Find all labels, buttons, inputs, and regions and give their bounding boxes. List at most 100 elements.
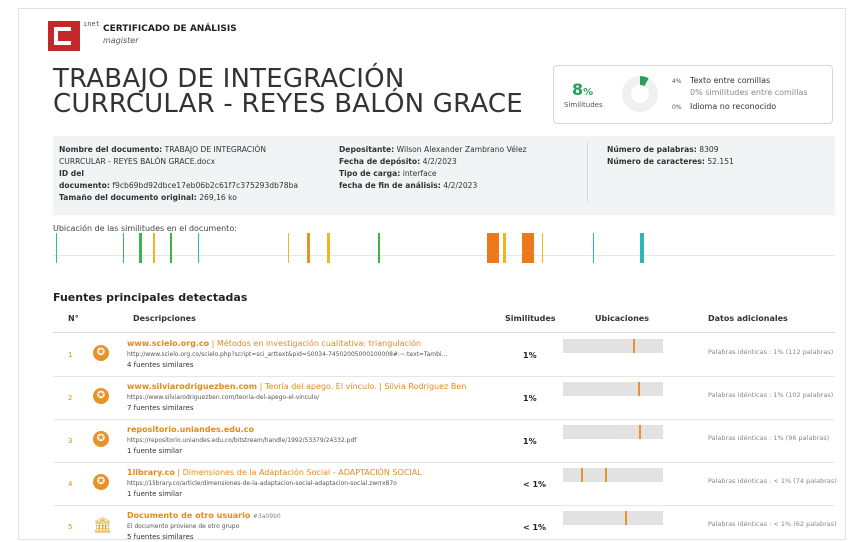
similarity-location-mark[interactable]: [153, 233, 156, 263]
similarity-summary: 8% Similitudes 4% Texto entre comillas 0%…: [553, 65, 833, 124]
source-site[interactable]: repositorio.uniandes.edu.co: [127, 425, 254, 434]
similarity-percent: 8%: [572, 80, 594, 99]
similarity-location-mark[interactable]: [326, 233, 330, 263]
source-title: Métodos en investigación cualitativa: tr…: [216, 339, 422, 348]
source-additional-data: Palabras idénticas : 1% (112 palabras): [708, 348, 834, 356]
similarity-location-mark[interactable]: [197, 233, 199, 263]
similarity-label: Similitudes: [564, 101, 603, 109]
source-title: Teoría del apego. El vínculo. | Silvia R…: [264, 382, 467, 391]
similarity-location-mark[interactable]: [502, 233, 506, 263]
similarity-location-mark[interactable]: [592, 233, 594, 263]
source-location-mark: [639, 425, 641, 439]
similarity-location-mark[interactable]: [287, 233, 289, 263]
similarity-location-mark[interactable]: [487, 233, 499, 263]
source-heading[interactable]: repositorio.uniandes.edu.co: [127, 425, 254, 434]
source-location-bar[interactable]: [563, 425, 663, 439]
source-location-mark: [581, 468, 583, 482]
source-row[interactable]: 1 ✪ www.scielo.org.co | Métodos en investi…: [53, 333, 835, 377]
source-additional-data: Palabras idénticas : 1% (102 palabras): [708, 391, 834, 399]
source-number: 2: [68, 394, 73, 402]
certificate-title: CERTIFICADO DE ANÁLISIS: [103, 24, 237, 34]
similarity-location-mark[interactable]: [56, 233, 58, 263]
source-row[interactable]: 4 ✪ 1library.co | Dimensiones de la Adapta…: [53, 462, 837, 506]
source-similarity-percent: 1%: [523, 351, 537, 360]
certificate-subtitle: magister: [103, 36, 139, 45]
similarity-line-quotes: 4% Texto entre comillas: [672, 76, 771, 85]
compilatio-logo: [48, 21, 80, 51]
similarity-location-mark[interactable]: [139, 233, 143, 263]
source-number: 4: [68, 480, 73, 488]
globe-icon: ✪: [93, 345, 109, 361]
source-site[interactable]: www.silviarodriguezben.com: [127, 382, 257, 391]
source-heading[interactable]: Documento de otro usuario #3a09b0: [127, 511, 281, 520]
source-site[interactable]: 1library.co: [127, 468, 175, 477]
source-url[interactable]: https://repositorio.uniandes.edu.co/bits…: [127, 437, 356, 444]
source-additional-data: Palabras idénticas : < 1% (74 palabras): [708, 477, 837, 485]
similar-sources-count[interactable]: 7 fuentes similares: [127, 404, 194, 412]
similarity-donut-chart: [622, 76, 658, 112]
similarity-line-between-quotes: 0% similitudes entre comillas: [690, 88, 808, 97]
source-site[interactable]: Documento de otro usuario: [127, 511, 250, 520]
similarity-location-mark[interactable]: [123, 233, 125, 263]
header-similarities: Similitudes: [505, 314, 556, 323]
globe-icon: ✪: [93, 431, 109, 447]
metadata-col-counts: Número de palabras: 8309 Número de carac…: [607, 145, 734, 166]
globe-icon: ✪: [93, 474, 109, 490]
source-row[interactable]: 2 ✪ www.silviarodriguezben.com | Teoría de…: [53, 376, 835, 420]
source-location-bar[interactable]: [563, 511, 663, 525]
similar-sources-count[interactable]: 1 fuente similar: [127, 447, 182, 455]
source-title: Dimensiones de la Adaptación Social - AD…: [182, 468, 422, 477]
similarity-location-mark[interactable]: [377, 233, 380, 263]
similar-sources-count[interactable]: 5 fuentes similares: [127, 533, 194, 539]
similar-sources-count[interactable]: 1 fuente similar: [127, 490, 182, 498]
source-number: 1: [68, 351, 73, 359]
header-descriptions: Descripciones: [133, 314, 196, 323]
source-location-mark: [625, 511, 627, 525]
sources-section-title: Fuentes principales detectadas: [53, 291, 248, 304]
metadata-col-document: Nombre del documento: TRABAJO DE INTEGRA…: [59, 145, 299, 202]
similar-sources-count[interactable]: 4 fuentes similares: [127, 361, 194, 369]
source-row[interactable]: 5 🏛 Documento de otro usuario #3a09b0 El do…: [53, 505, 837, 539]
location-label: Ubicación de las similitudes en el docum…: [53, 224, 237, 233]
similarity-location-mark[interactable]: [639, 233, 644, 263]
source-additional-data: Palabras idénticas : < 1% (62 palabras): [708, 520, 837, 528]
header-locations: Ubicaciones: [595, 314, 649, 323]
source-number: 3: [68, 437, 73, 445]
source-location-mark: [638, 382, 640, 396]
source-url[interactable]: http://www.scielo.org.co/scielo.php?scri…: [127, 351, 447, 358]
source-url[interactable]: https://www.silviarodriguezben.com/teori…: [127, 394, 319, 401]
source-location-bar[interactable]: [563, 339, 663, 353]
similarity-location-mark[interactable]: [307, 233, 311, 263]
source-heading[interactable]: www.silviarodriguezben.com | Teoría del …: [127, 382, 466, 391]
similarity-location-mark[interactable]: [541, 233, 543, 263]
institution-icon: 🏛: [93, 516, 113, 534]
similarity-location-mark[interactable]: [170, 233, 173, 263]
metadata-col-deposit: Depositante: Wilson Alexander Zambrano V…: [339, 145, 527, 190]
source-location-mark: [605, 468, 607, 482]
source-heading[interactable]: 1library.co | Dimensiones de la Adaptaci…: [127, 468, 422, 477]
source-tag: #3a09b0: [252, 513, 281, 520]
source-url[interactable]: https://1library.co/article/dimensiones-…: [127, 480, 397, 487]
header-num: N°: [68, 314, 79, 323]
source-row[interactable]: 3 ✪ repositorio.uniandes.edu.co https://rep…: [53, 419, 835, 463]
source-similarity-percent: 1%: [523, 394, 537, 403]
logo-side-text: ınet: [83, 20, 100, 28]
source-additional-data: Palabras idénticas : 1% (96 palabras): [708, 434, 830, 442]
similarity-location-mark[interactable]: [522, 233, 535, 263]
source-location-bar[interactable]: [563, 468, 663, 482]
similarity-location-track: [53, 233, 835, 263]
source-similarity-percent: 1%: [523, 437, 537, 446]
source-heading[interactable]: www.scielo.org.co | Métodos en investiga…: [127, 339, 421, 348]
source-location-mark: [633, 339, 635, 353]
document-title-line2: CURRCULAR - REYES BALÓN GRACE: [53, 89, 523, 119]
document-metadata-panel: Nombre del documento: TRABAJO DE INTEGRA…: [53, 136, 835, 215]
source-number: 5: [68, 523, 73, 531]
source-url[interactable]: El documento proviene de otro grupo: [127, 523, 239, 530]
source-site[interactable]: www.scielo.org.co: [127, 339, 209, 348]
header-additional-data: Datos adicionales: [708, 314, 788, 323]
globe-icon: ✪: [93, 388, 109, 404]
report-page: ınet CERTIFICADO DE ANÁLISIS magister TR…: [18, 8, 846, 540]
similarity-line-language: 0% Idioma no reconocido: [672, 102, 777, 111]
source-similarity-percent: < 1%: [523, 480, 547, 489]
source-location-bar[interactable]: [563, 382, 663, 396]
